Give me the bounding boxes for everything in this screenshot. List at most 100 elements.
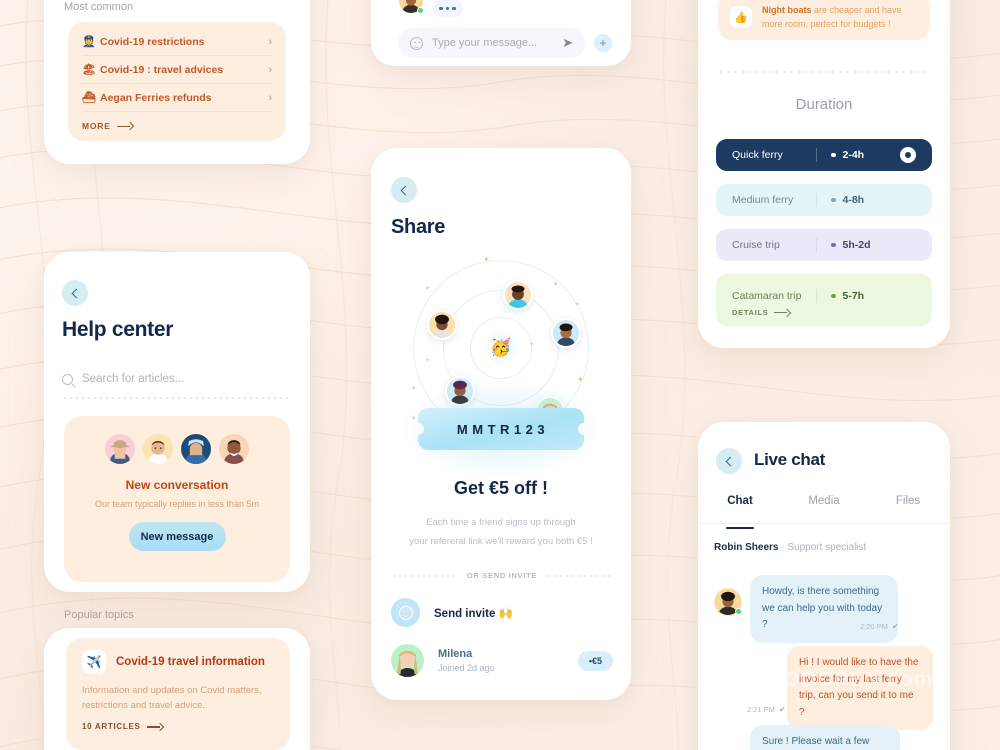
agent-name: Robin Sheers: [714, 542, 779, 553]
online-status-dot: [735, 608, 742, 615]
more-label: MORE: [82, 121, 111, 131]
option-main-row: Catamaran trip 5-7h: [732, 289, 916, 303]
friend-name: Milena: [438, 648, 473, 660]
read-tick-icon: ✔: [778, 705, 786, 714]
coupon-code: MMTR123: [456, 421, 550, 437]
share-title: Share: [391, 216, 446, 238]
message-timestamp: 2:21 PM ✔: [747, 705, 786, 714]
divider: [816, 289, 817, 303]
option-name: Cruise trip: [732, 239, 780, 251]
new-conversation-box: New conversation Our team typically repl…: [64, 416, 290, 582]
list-item[interactable]: ⛴ Aegan Ferries refunds ›: [82, 84, 272, 112]
divider: [816, 238, 817, 252]
avatar-group: [64, 416, 290, 466]
sparkle-icon: ✦: [483, 255, 490, 264]
message-input-bar[interactable]: Type your message... ➤: [398, 28, 585, 58]
offer-description: Each time a friend signs up through your…: [391, 514, 611, 551]
chevron-left-icon: [71, 288, 82, 298]
dotted-line: [391, 574, 458, 577]
list-item[interactable]: 👮 Covid-19 restrictions ›: [82, 28, 272, 56]
typing-indicator: [432, 0, 463, 17]
share-back-button[interactable]: [391, 177, 417, 203]
tab-files[interactable]: Files: [866, 495, 950, 523]
offer-description-line1: Each time a friend signs up through: [426, 517, 576, 528]
search-icon: [62, 373, 73, 385]
search-input[interactable]: Search for articles...: [62, 373, 292, 385]
beach-umbrella-emoji: 🏖: [82, 64, 96, 76]
option-time: 4-8h: [842, 194, 865, 206]
tab-media[interactable]: Media: [782, 495, 866, 523]
orbit-avatar: [551, 318, 581, 348]
new-conversation-subtitle: Our team typically replies in less than …: [94, 499, 260, 509]
friend-joined: Joined 2d ago: [438, 663, 495, 673]
sparkle-icon: ✦: [575, 302, 581, 308]
chat-bubble-agent: Howdy, is there something we can help yo…: [750, 575, 898, 643]
online-status-dot: [417, 7, 424, 14]
timestamp-text: 2:20 PM: [860, 622, 888, 631]
ferry-emoji: ⛴: [82, 92, 96, 104]
list-item-label: Covid-19 restrictions: [100, 35, 205, 48]
smiley-icon[interactable]: [410, 36, 423, 50]
details-label: DETAILS: [732, 308, 769, 317]
most-common-caption: Most common: [64, 1, 134, 13]
radio-selected-icon[interactable]: [900, 147, 916, 163]
friend-row[interactable]: Milena Joined 2d ago •€5: [391, 644, 613, 677]
tip-text: Night boats are cheaper and have more ro…: [762, 3, 918, 32]
airplane-emoji: ✈️: [82, 650, 106, 674]
new-message-button[interactable]: New message: [128, 522, 226, 551]
details-link[interactable]: DETAILS: [732, 308, 790, 317]
party-face-emoji: 🥳: [482, 329, 520, 367]
friend-info: Milena Joined 2d ago: [438, 648, 495, 673]
chevron-left-icon: [400, 185, 411, 195]
option-time: 5h-2d: [842, 239, 871, 251]
raising-hands-emoji: 🙌: [498, 607, 513, 620]
divider: [816, 193, 817, 207]
arrow-right-icon: [116, 122, 133, 130]
chat-bubble-user: Hi ! I would like to have the invoice fo…: [787, 646, 933, 730]
plus-icon[interactable]: +: [594, 34, 612, 52]
topic-item[interactable]: ✈️ Covid-19 travel information Informati…: [66, 638, 290, 750]
help-back-button[interactable]: [62, 280, 88, 306]
chevron-right-icon: ›: [268, 35, 272, 48]
avatar: [179, 432, 213, 466]
list-item-label: Covid-19 : travel advices: [100, 63, 224, 76]
tab-underline: [698, 523, 950, 524]
coupon-ticket[interactable]: MMTR123: [391, 374, 611, 484]
agent-role: Support specialist: [787, 542, 867, 553]
arrow-right-icon: [774, 309, 790, 317]
page-title: Help center: [62, 318, 174, 341]
sparkle-icon: ✦: [553, 282, 559, 288]
duration-option-quick-ferry[interactable]: Quick ferry 2-4h: [716, 139, 932, 171]
live-chat-back-button[interactable]: [716, 448, 742, 474]
tab-chat[interactable]: Chat: [698, 495, 782, 523]
list-item-label: Aegan Ferries refunds: [100, 91, 212, 104]
send-icon[interactable]: ➤: [562, 35, 573, 51]
police-officer-emoji: 👮: [82, 36, 96, 48]
option-name: Catamaran trip: [732, 290, 802, 302]
chevron-right-icon: ›: [268, 63, 272, 76]
most-common-list: 👮 Covid-19 restrictions › 🏖 Covid-19 : t…: [68, 22, 286, 141]
agent-info: Robin Sheers · Support specialist: [714, 542, 866, 553]
timestamp-text: 2:21 PM: [747, 705, 775, 714]
divider-label: OR SEND INVITE: [466, 571, 538, 580]
orbit-avatar: [427, 310, 457, 340]
list-item[interactable]: 🏖 Covid-19 : travel advices ›: [82, 56, 272, 84]
sparkle-icon: ✦: [425, 286, 431, 292]
duration-option-medium-ferry[interactable]: Medium ferry 4-8h: [716, 184, 932, 216]
chevron-left-icon: [725, 456, 736, 466]
topic-title: Covid-19 travel information: [116, 656, 265, 668]
offer-description-line2: your refereral link we'll reward you bot…: [409, 535, 593, 547]
status-dot: [831, 152, 836, 158]
avatar: [391, 644, 424, 677]
duration-option-cruise-trip[interactable]: Cruise trip 5h-2d: [716, 229, 932, 261]
send-invite-row[interactable]: Send invite 🙌: [391, 598, 613, 627]
offer-title: Get €5 off !: [453, 478, 548, 498]
topic-articles-link[interactable]: 10 ARTICLES: [82, 722, 274, 731]
articles-count-label: 10 ARTICLES: [82, 722, 141, 732]
live-chat-tabs: Chat Media Files: [698, 495, 950, 523]
divider: [816, 148, 817, 162]
duration-option-catamaran-trip[interactable]: Catamaran trip 5-7h DETAILS: [716, 274, 932, 326]
orbit-avatar: [503, 280, 533, 310]
more-link[interactable]: MORE: [82, 112, 272, 131]
option-time: 2-4h: [842, 149, 865, 161]
